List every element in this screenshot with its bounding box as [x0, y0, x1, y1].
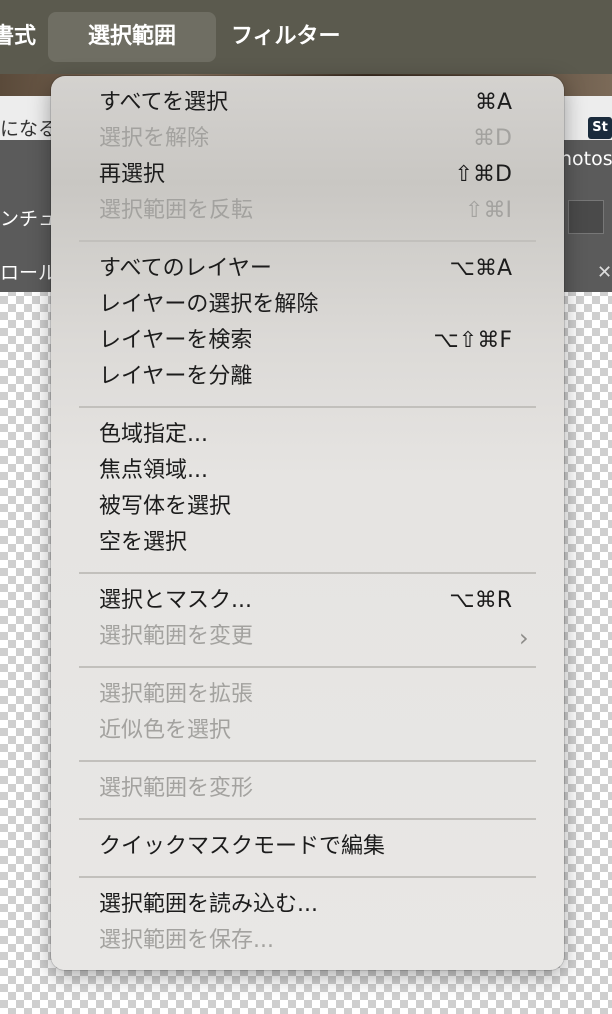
menu-item-shortcut: ⇧⌘I — [465, 198, 512, 223]
menu-item-shortcut: ⌘D — [473, 126, 512, 151]
menu-item[interactable]: クイックマスクモードで編集 — [99, 829, 519, 865]
menu-separator — [79, 876, 536, 878]
background-field — [568, 200, 604, 234]
menu-select[interactable]: 選択範囲 — [48, 12, 216, 62]
menu-item[interactable]: すべてを選択 — [99, 85, 519, 121]
background-text: notos — [560, 148, 612, 170]
menu-item[interactable]: 選択範囲を読み込む... — [99, 887, 519, 923]
menu-item[interactable]: 焦点領域... — [99, 453, 519, 489]
menu-item-shortcut: ⌥⌘R — [449, 588, 512, 613]
menu-item-shortcut: ⌘A — [474, 90, 512, 115]
menu-item[interactable]: 選択範囲を変形 — [99, 771, 519, 807]
menu-separator — [79, 818, 536, 820]
menu-item-shortcut: ⇧⌘D — [454, 162, 512, 187]
menu-item-shortcut: ⌥⌘A — [449, 256, 512, 281]
menu-separator — [79, 406, 536, 408]
background-text: ンチュ — [0, 208, 58, 230]
menu-item[interactable]: 選択範囲を反転 — [99, 193, 519, 229]
menu-bar: 書式 選択範囲 フィルター — [0, 0, 612, 74]
menu-item[interactable]: レイヤーの選択を解除 — [99, 287, 519, 323]
menu-separator — [79, 240, 536, 242]
menu-separator — [79, 760, 536, 762]
stock-badge: St — [588, 117, 612, 139]
menu-item[interactable]: 近似色を選択 — [99, 713, 519, 749]
select-dropdown-menu: › すべてを選択 ⌘A 選択を解除 ⌘D 再選択 ⇧⌘D 選択範囲を反転 ⇧⌘I すべてのレイヤ… — [51, 76, 564, 970]
menu-item[interactable]: 選択範囲を保存... — [99, 923, 519, 959]
menu-item[interactable]: 色域指定... — [99, 417, 519, 453]
menu-format[interactable]: 書式 — [0, 12, 36, 62]
menu-item[interactable]: 選択範囲を変更 — [99, 619, 519, 655]
chevron-right-icon: › — [519, 624, 529, 652]
background-text: になる — [0, 118, 58, 140]
menu-item[interactable]: 選択を解除 — [99, 121, 519, 157]
menu-item[interactable]: 被写体を選択 — [99, 489, 519, 525]
close-icon[interactable]: ✕ — [597, 262, 612, 283]
menu-separator — [79, 572, 536, 574]
background-tab-label: ロール — [0, 262, 58, 284]
menu-separator — [79, 666, 536, 668]
menu-item[interactable]: レイヤーを分離 — [99, 359, 519, 395]
menu-item-shortcut: ⌥⇧⌘F — [433, 328, 512, 353]
menu-item[interactable]: 空を選択 — [99, 525, 519, 561]
menu-filter[interactable]: フィルター — [231, 12, 341, 62]
menu-item[interactable]: 選択範囲を拡張 — [99, 677, 519, 713]
